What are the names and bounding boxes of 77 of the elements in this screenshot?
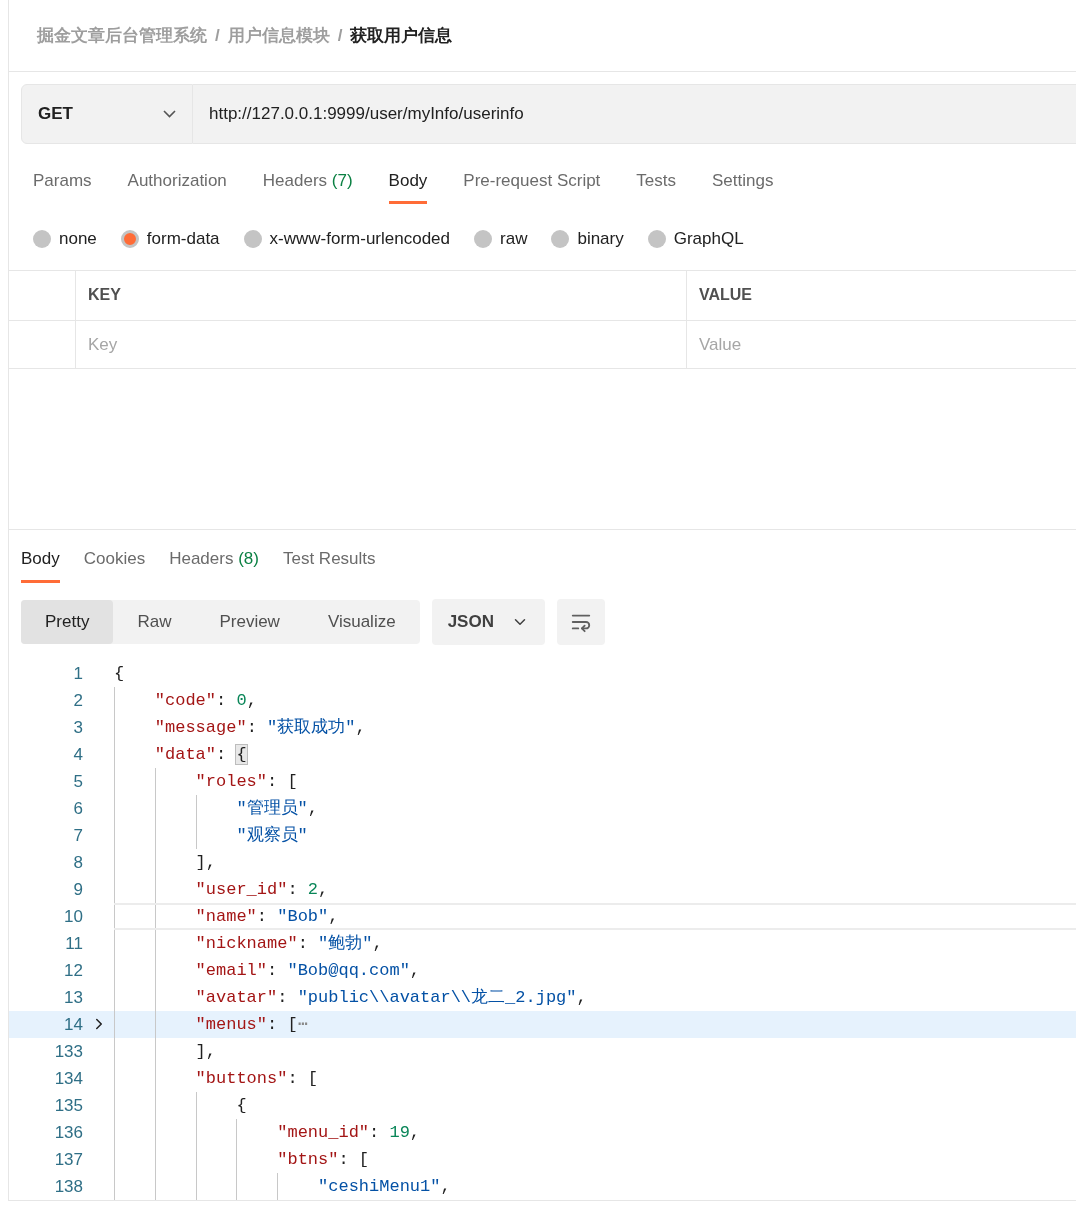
line-number: 138	[53, 1175, 83, 1198]
code-text: "nickname": "鲍勃",	[194, 932, 383, 955]
line-number: 136	[53, 1121, 83, 1144]
view-mode-tab[interactable]: Visualize	[303, 600, 420, 644]
line-number: 7	[72, 824, 83, 847]
radio-button[interactable]	[647, 230, 666, 249]
code-text: "avatar": "public\\avatar\\龙二_2.jpg",	[194, 986, 587, 1009]
code-text: "roles": [	[194, 770, 298, 793]
tab[interactable]: Authorization	[127, 167, 227, 205]
code-text: ],	[194, 1040, 217, 1063]
line-number: 2	[72, 689, 83, 712]
column-header: VALUE	[699, 285, 753, 306]
code-text: "ceshiMenu1",	[317, 1175, 451, 1198]
code-text: "code": 0,	[153, 689, 257, 712]
line-number: 1	[72, 662, 83, 685]
code-text: "menus": [⋯	[194, 1013, 308, 1036]
line-number: 12	[63, 959, 83, 982]
breadcrumb-separator: /	[215, 24, 220, 47]
chevron-down-icon	[163, 110, 176, 119]
radio-label: form-data	[146, 228, 220, 251]
radio-label: none	[59, 228, 97, 251]
line-number: 4	[72, 743, 83, 766]
code-text: "menu_id": 19,	[276, 1121, 421, 1144]
line-number: 6	[72, 797, 83, 820]
line-number: 10	[63, 905, 83, 928]
line-number: 5	[72, 770, 83, 793]
wrap-button[interactable]	[556, 599, 605, 645]
line-number: 133	[53, 1040, 83, 1063]
code-text: "btns": [	[276, 1148, 370, 1171]
line-number: 13	[63, 986, 83, 1009]
code-text: "管理员",	[235, 797, 319, 820]
code-text: {	[114, 662, 125, 685]
code-text: "email": "Bob@qq.com",	[194, 959, 421, 982]
radio-button[interactable]	[120, 230, 139, 249]
code-text: "user_id": 2,	[194, 878, 329, 901]
tab[interactable]: Body	[21, 546, 60, 583]
url-field[interactable]: http://127.0.0.1:9999/user/myInfo/userinfo	[193, 84, 1076, 144]
code-text: "data": {	[153, 743, 247, 766]
view-mode-tab[interactable]: Preview	[195, 600, 304, 644]
radio-button[interactable]	[474, 230, 492, 249]
line-number: 135	[53, 1094, 83, 1117]
line-number: 3	[72, 716, 83, 739]
tab[interactable]: Cookies	[83, 546, 146, 583]
tab[interactable]: Headers (7)	[262, 167, 353, 205]
method-dropdown[interactable]: GET	[21, 84, 193, 144]
code-text: "name": "Bob",	[194, 905, 339, 928]
radio-label: GraphQL	[673, 228, 744, 251]
line-number: 11	[64, 932, 83, 955]
line-number: 137	[53, 1148, 83, 1171]
tab[interactable]: Settings	[712, 167, 774, 205]
line-number: 9	[72, 878, 83, 901]
line-number: 14	[63, 1013, 83, 1036]
code-text: "观察员"	[235, 824, 308, 847]
view-mode-tab[interactable]: Pretty	[21, 600, 114, 644]
tab[interactable]: Tests	[636, 167, 677, 205]
radio-button[interactable]	[33, 230, 51, 249]
tab[interactable]: Pre-request Script	[463, 167, 601, 205]
line-number: 134	[53, 1067, 83, 1090]
tab[interactable]: Headers (8)	[169, 546, 259, 583]
tab[interactable]: Body	[388, 167, 428, 205]
radio-label: raw	[500, 228, 528, 251]
format-dropdown[interactable]: JSON	[431, 599, 545, 645]
view-mode-tab[interactable]: Raw	[113, 600, 196, 644]
line-number: 8	[72, 851, 83, 874]
code-text: "message": "获取成功",	[153, 716, 366, 739]
column-header: KEY	[88, 285, 121, 306]
tab[interactable]: Test Results	[282, 546, 376, 583]
breadcrumb-separator: /	[337, 24, 343, 47]
code-text: {	[235, 1094, 247, 1117]
code-text: "buttons": [	[194, 1067, 319, 1090]
radio-label: binary	[577, 228, 624, 251]
radio-button[interactable]	[243, 230, 262, 249]
tab[interactable]: Params	[33, 167, 92, 205]
radio-label: x-www-form-urlencoded	[269, 228, 450, 251]
code-text: ],	[194, 851, 217, 874]
radio-button[interactable]	[551, 230, 570, 249]
breadcrumb-item: 获取用户信息	[350, 24, 453, 47]
